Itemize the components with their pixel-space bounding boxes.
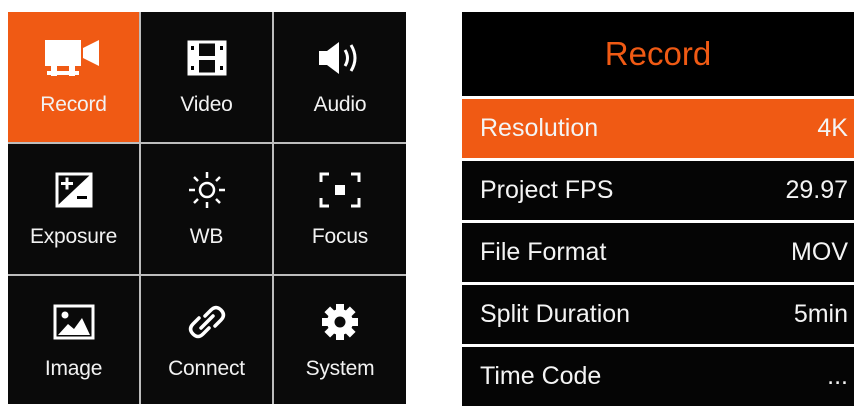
main-menu-grid: Record Video Audio Exposure WB Focus Ima… bbox=[8, 12, 406, 404]
menu-tile-label: Video bbox=[180, 93, 233, 116]
exposure-compensation-icon bbox=[44, 168, 104, 212]
video-camera-icon bbox=[44, 36, 104, 80]
menu-tile-label: Record bbox=[40, 93, 107, 116]
menu-tile-exposure[interactable]: Exposure bbox=[8, 144, 139, 274]
link-icon bbox=[177, 300, 237, 344]
menu-tile-image[interactable]: Image bbox=[8, 276, 139, 404]
film-strip-icon bbox=[177, 36, 237, 80]
setting-row-resolution[interactable]: Resolution 4K bbox=[462, 96, 854, 158]
picture-icon bbox=[44, 300, 104, 344]
setting-value: ... bbox=[827, 362, 848, 390]
setting-value: 5min bbox=[793, 300, 848, 328]
menu-tile-connect[interactable]: Connect bbox=[141, 276, 272, 404]
setting-value: 29.97 bbox=[785, 176, 848, 204]
menu-tile-system[interactable]: System bbox=[274, 276, 406, 404]
setting-label: Time Code bbox=[480, 362, 602, 390]
setting-row-split-duration[interactable]: Split Duration 5min bbox=[462, 282, 854, 344]
record-settings-panel: Record Resolution 4K Project FPS 29.97 F… bbox=[462, 12, 854, 406]
menu-tile-label: Connect bbox=[168, 357, 245, 380]
setting-row-file-format[interactable]: File Format MOV bbox=[462, 220, 854, 282]
menu-tile-wb[interactable]: WB bbox=[141, 144, 272, 274]
menu-tile-video[interactable]: Video bbox=[141, 12, 272, 142]
sun-icon bbox=[177, 168, 237, 212]
menu-tile-label: Exposure bbox=[29, 225, 118, 248]
setting-value: MOV bbox=[791, 238, 848, 266]
speaker-icon bbox=[310, 36, 370, 80]
menu-tile-label: WB bbox=[189, 225, 224, 248]
menu-tile-audio[interactable]: Audio bbox=[274, 12, 406, 142]
setting-label: Split Duration bbox=[480, 300, 631, 328]
menu-tile-record[interactable]: Record bbox=[8, 12, 139, 142]
setting-row-time-code[interactable]: Time Code ... bbox=[462, 344, 854, 406]
menu-tile-label: Audio bbox=[313, 93, 367, 116]
panel-title: Record bbox=[604, 35, 712, 72]
setting-value: 4K bbox=[817, 114, 848, 142]
setting-label: Resolution bbox=[480, 114, 599, 142]
menu-tile-label: Focus bbox=[311, 225, 369, 248]
menu-tile-focus[interactable]: Focus bbox=[274, 144, 406, 274]
menu-tile-label: Image bbox=[44, 357, 103, 380]
focus-frame-icon bbox=[310, 168, 370, 212]
setting-label: Project FPS bbox=[480, 176, 614, 204]
setting-row-project-fps[interactable]: Project FPS 29.97 bbox=[462, 158, 854, 220]
setting-label: File Format bbox=[480, 238, 607, 266]
gear-icon bbox=[310, 300, 370, 344]
menu-tile-label: System bbox=[305, 357, 375, 380]
